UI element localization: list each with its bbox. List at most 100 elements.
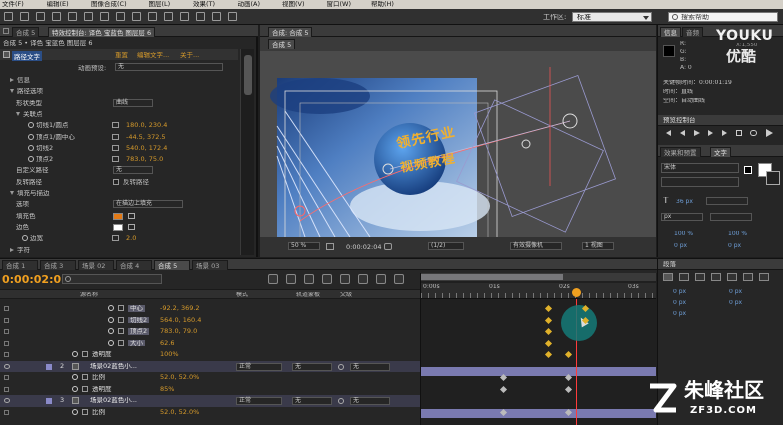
tab-timeline-comp[interactable]: 场景 03 xyxy=(192,260,228,270)
zoom-select[interactable]: 50 % xyxy=(288,242,320,250)
font-select[interactable]: 宋体 xyxy=(661,163,739,173)
swap-colors-icon[interactable] xyxy=(744,166,752,174)
stopwatch-icon[interactable] xyxy=(72,408,78,415)
keyframe-marker[interactable] xyxy=(564,373,573,382)
menu-item[interactable]: 动画(A) xyxy=(238,1,261,8)
eye-icon[interactable] xyxy=(4,398,10,403)
stroke-color-swatch[interactable] xyxy=(766,171,780,185)
keyframe-nav-icon[interactable] xyxy=(4,306,9,311)
stopwatch-icon[interactable] xyxy=(108,305,114,311)
tab-comp-5[interactable]: 合成 5 xyxy=(268,39,296,49)
snapshot-icon[interactable] xyxy=(326,243,334,250)
play-icon[interactable] xyxy=(694,130,700,136)
tab-timeline-comp[interactable]: 合成 5 xyxy=(154,260,190,270)
stopwatch-icon[interactable] xyxy=(28,144,34,151)
tab-effect-controls[interactable]: 特效控制台: 译色 宝蓝色 图层层 6 xyxy=(48,27,156,37)
keyframe-nav-icon[interactable] xyxy=(4,340,9,346)
menu-item[interactable]: 窗口(W) xyxy=(327,1,352,8)
stopwatch-icon[interactable] xyxy=(28,122,34,129)
keyframe-marker[interactable] xyxy=(499,373,508,382)
effect-property-value[interactable]: 783.0, 75.0 xyxy=(126,156,163,163)
paragraph-indent-value[interactable]: 0 px xyxy=(729,300,742,306)
scrollbar-thumb[interactable] xyxy=(244,55,252,95)
layer-mode-select[interactable]: 正常 xyxy=(236,397,282,405)
justify-center-icon[interactable] xyxy=(727,273,737,281)
menu-item[interactable]: 视图(V) xyxy=(282,1,305,8)
stopwatch-icon[interactable] xyxy=(72,351,78,357)
preset-select[interactable]: 无 xyxy=(115,63,223,71)
hide-shy-icon[interactable] xyxy=(304,274,314,284)
stopwatch-icon[interactable] xyxy=(72,385,78,392)
layer-color-label[interactable] xyxy=(46,398,52,404)
pan-behind-tool-icon[interactable] xyxy=(84,12,93,21)
live-update-icon[interactable] xyxy=(268,274,278,284)
font-size-value[interactable]: 36 px xyxy=(676,199,693,205)
property-value[interactable]: 85% xyxy=(160,386,174,393)
fx-about-link[interactable]: 关于... xyxy=(180,52,199,59)
crosshair-icon[interactable] xyxy=(112,156,119,163)
keyframe-marker[interactable] xyxy=(544,316,553,324)
view-layout-select[interactable]: 1 视图 xyxy=(582,242,614,250)
stopwatch-icon[interactable] xyxy=(22,235,28,242)
stopwatch-icon[interactable] xyxy=(108,316,114,323)
selection-tool-icon[interactable] xyxy=(4,12,13,21)
rectangle-mask-tool-icon[interactable] xyxy=(100,12,109,21)
layer-name[interactable]: 场景02蓝色小... xyxy=(90,363,137,370)
frame-blending-icon[interactable] xyxy=(322,274,332,284)
stopwatch-icon[interactable] xyxy=(72,374,78,380)
tab-audio[interactable]: 音频 xyxy=(682,27,703,37)
stopwatch-icon[interactable] xyxy=(108,339,114,346)
parent-pickwhip-icon[interactable] xyxy=(338,363,344,370)
keyframe-marker[interactable] xyxy=(581,316,590,324)
paragraph-indent-value[interactable]: 0 px xyxy=(673,300,686,306)
fx-toggle-icon[interactable] xyxy=(3,51,10,58)
vertical-scale-value[interactable]: 100 % xyxy=(674,231,693,237)
zoom-tool-icon[interactable] xyxy=(36,12,45,21)
auto-keyframe-icon[interactable] xyxy=(376,274,386,284)
eyedropper-icon[interactable] xyxy=(128,223,135,230)
tracking-select[interactable]: px xyxy=(661,213,703,221)
keyframe-marker[interactable] xyxy=(499,408,508,416)
eye-icon[interactable] xyxy=(4,363,10,369)
timeline-search-field[interactable] xyxy=(62,274,162,284)
vertical-scrollbar[interactable] xyxy=(240,49,254,255)
prev-frame-icon[interactable] xyxy=(680,130,685,136)
keyframe-nav-icon[interactable] xyxy=(4,352,9,357)
align-center-icon[interactable] xyxy=(679,273,689,281)
color-swatch[interactable] xyxy=(113,212,123,220)
justify-all-icon[interactable] xyxy=(759,273,769,281)
menu-item[interactable]: 图层(L) xyxy=(149,1,171,8)
menu-item[interactable]: 效果(T) xyxy=(193,1,215,8)
disclosure-triangle-icon[interactable] xyxy=(10,191,14,195)
layer-name[interactable]: 场景02蓝色小... xyxy=(90,397,137,404)
brush-tool-icon[interactable] xyxy=(148,12,157,21)
rotate-tool-icon[interactable] xyxy=(52,12,61,21)
keyframe-marker[interactable] xyxy=(499,385,508,393)
last-frame-icon[interactable] xyxy=(722,130,727,136)
stopwatch-icon[interactable] xyxy=(28,156,34,163)
workspace-select[interactable]: 标准 xyxy=(572,12,652,22)
crosshair-icon[interactable] xyxy=(112,133,119,140)
keyframe-marker[interactable] xyxy=(544,327,553,336)
motion-blur-icon[interactable] xyxy=(340,274,350,284)
justify-left-icon[interactable] xyxy=(711,273,721,281)
effect-property-value[interactable]: 180.0, 230.4 xyxy=(126,122,167,129)
disclosure-triangle-icon[interactable] xyxy=(10,89,14,94)
keyframe-marker[interactable] xyxy=(564,350,573,359)
composition-viewer[interactable]: 领先行业 视频教程 xyxy=(260,51,656,237)
parent-select[interactable]: 无 xyxy=(350,362,390,371)
property-value[interactable]: 52.0, 52.0% xyxy=(160,409,199,416)
color-swatch[interactable] xyxy=(113,223,123,231)
tab-character[interactable]: 文字 xyxy=(710,147,731,157)
keyframe-marker[interactable] xyxy=(581,304,590,313)
active-camera-select[interactable]: 有效摄像机 xyxy=(510,242,562,250)
effect-property-value[interactable]: 2.0 xyxy=(126,235,136,242)
fx-reset-link[interactable]: 重置 xyxy=(115,52,128,59)
fx-edit-text-link[interactable]: 编辑文字... xyxy=(137,52,169,59)
tab-info[interactable]: 信息 xyxy=(660,27,681,37)
keyframe-nav-icon[interactable] xyxy=(4,375,9,380)
keyframe-nav-icon[interactable] xyxy=(4,317,9,323)
tab-timeline-comp[interactable]: 场景 02 xyxy=(78,260,114,270)
keyframe-marker[interactable] xyxy=(544,339,553,347)
keyframe-nav-icon[interactable] xyxy=(4,409,9,415)
